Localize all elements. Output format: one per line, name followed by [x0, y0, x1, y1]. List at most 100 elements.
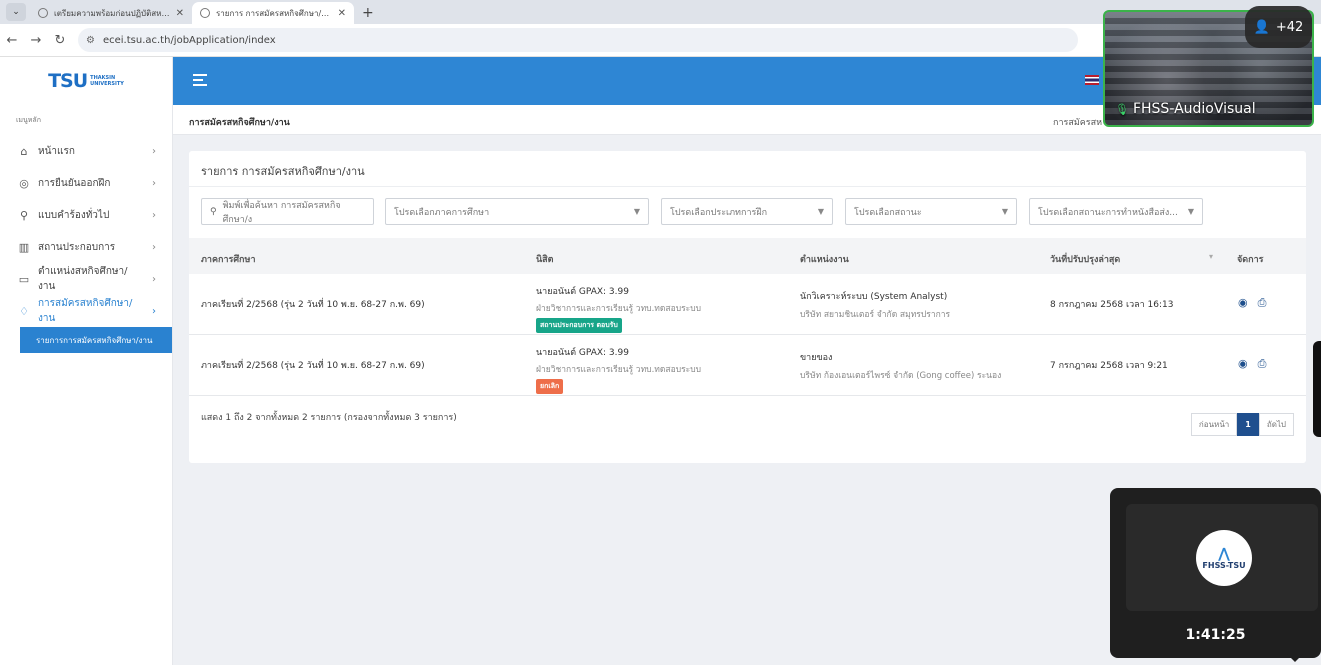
student-cell: นายอนันต์ GPAX: 3.99 ฝ่ายวิชาการและการเร…	[536, 345, 701, 394]
sidebar-item-applications[interactable]: ♢ การสมัครสหกิจศึกษา/งาน ›	[0, 295, 172, 327]
term-cell: ภาคเรียนที่ 2/2568 (รุ่น 2 วันที่ 10 พ.ย…	[201, 361, 425, 371]
next-page-button[interactable]: ถัดไป	[1258, 413, 1294, 436]
chevron-right-icon: ›	[152, 241, 156, 253]
call-timer: 1:41:25	[1185, 627, 1246, 643]
print-icon[interactable]: ⎙	[1258, 296, 1267, 310]
participants-button[interactable]: 👤 +42	[1245, 6, 1312, 48]
site-info-icon[interactable]: ⚙	[86, 35, 95, 46]
term-select[interactable]: โปรดเลือกภาคการศึกษา ▼	[385, 198, 649, 225]
sidebar: TSU THAKSIN UNIVERSITY เมนูหลัก ⌂ หน้าแรก…	[0, 57, 173, 665]
page-1-button[interactable]: 1	[1237, 413, 1259, 436]
page-title: การสมัครสหกิจศึกษา/งาน	[189, 118, 290, 128]
actions-cell: ◉ ⎙	[1238, 296, 1266, 310]
caret-down-icon: ▼	[817, 207, 824, 216]
status-badge: สถานประกอบการ ตอบรับ	[536, 318, 622, 333]
sidebar-subitem-application-list[interactable]: รายการการสมัครสหกิจศึกษา/งาน	[20, 327, 172, 353]
microphone-icon: 🎙	[1115, 102, 1129, 116]
handshake-icon: ♢	[19, 304, 29, 318]
menu-toggle-icon[interactable]	[193, 74, 207, 89]
table-header: ภาคการศึกษา นิสิต ตำแหน่งงาน วันที่ปรับป…	[189, 238, 1306, 274]
side-panel-handle[interactable]	[1313, 341, 1321, 437]
status-badge: ยกเลิก	[536, 379, 564, 394]
column-header[interactable]: วันที่ปรับปรุงล่าสุด	[1050, 252, 1120, 266]
search-input[interactable]: ⚲ พิมพ์เพื่อค้นหา การสมัครสหกิจศึกษา/ง	[201, 198, 374, 225]
search-icon: ⚲	[210, 206, 217, 217]
print-icon[interactable]: ⎙	[1258, 357, 1267, 371]
table-row: ภาคเรียนที่ 2/2568 (รุ่น 2 วันที่ 10 พ.ย…	[189, 335, 1306, 396]
position-title: นักวิเคราะห์ระบบ (System Analyst)	[800, 292, 948, 302]
back-icon[interactable]: ←	[0, 33, 24, 48]
chevron-right-icon: ›	[152, 145, 156, 157]
view-icon[interactable]: ◉	[1238, 357, 1248, 371]
student-name: นายอนันต์ GPAX: 3.99	[536, 348, 629, 358]
home-icon: ⌂	[20, 144, 28, 158]
updated-cell: 8 กรกฎาคม 2568 เวลา 16:13	[1050, 300, 1174, 310]
new-tab-button[interactable]: +	[354, 5, 382, 24]
card-title: รายการ การสมัครสหกิจศึกษา/งาน	[189, 151, 1306, 187]
table-info: แสดง 1 ถึง 2 จากทั้งหมด 2 รายการ (กรองจา…	[201, 413, 457, 423]
position-title: ขายของ	[800, 353, 833, 363]
url-field[interactable]: ⚙ ecei.tsu.ac.th/jobApplication/index	[78, 28, 1078, 52]
thai-flag-icon[interactable]	[1085, 75, 1099, 85]
check-circle-icon: ◎	[19, 176, 29, 190]
sidebar-item-general-request[interactable]: ⚲ แบบคำร้องทั่วไป ›	[0, 199, 172, 231]
sitemap-icon: ⚲	[19, 208, 29, 222]
breadcrumb[interactable]: การสมัครสห	[1053, 115, 1102, 129]
caret-down-icon: ▼	[633, 207, 640, 216]
participant-name: 🎙 FHSS-AudioVisual	[1115, 101, 1256, 117]
prev-page-button[interactable]: ก่อนหน้า	[1190, 413, 1238, 436]
logo-text: THAKSIN UNIVERSITY	[90, 75, 124, 87]
pagination: ก่อนหน้า 1 ถัดไป	[1190, 413, 1294, 436]
training-type-select[interactable]: โปรดเลือกประเภทการฝึก ▼	[661, 198, 833, 225]
column-header[interactable]: ตำแหน่งงาน	[800, 252, 849, 266]
globe-icon	[38, 8, 48, 18]
tsu-logo[interactable]: TSU THAKSIN UNIVERSITY	[0, 57, 172, 105]
sort-icon[interactable]: ▾	[1209, 252, 1213, 261]
browser-tab[interactable]: เตรียมความพร้อมก่อนปฏิบัติสหกิจศึกษา ✕	[30, 2, 192, 24]
column-header[interactable]: ภาคการศึกษา	[201, 252, 256, 266]
table-row: ภาคเรียนที่ 2/2568 (รุ่น 2 วันที่ 10 พ.ย…	[189, 274, 1306, 335]
menu-title: เมนูหลัก	[16, 116, 41, 124]
position-cell: ขายของ บริษัท ก้องเอนเตอร์ไพรซ์ จำกัด (G…	[800, 350, 1001, 382]
filter-bar: ⚲ พิมพ์เพื่อค้นหา การสมัครสหกิจศึกษา/ง โ…	[201, 198, 1294, 226]
sidebar-item-confirm-training[interactable]: ◎ การยืนยันออกฝึก ›	[0, 167, 172, 199]
close-icon[interactable]: ✕	[176, 8, 184, 19]
column-header: จัดการ	[1237, 255, 1264, 265]
student-cell: นายอนันต์ GPAX: 3.99 ฝ่ายวิชาการและการเร…	[536, 284, 701, 333]
building-icon: ▥	[18, 240, 30, 254]
student-dept: ฝ่ายวิชาการและการเรียนรู้ วทบ.ทดสอบระบบ	[536, 365, 702, 375]
letter-status-select[interactable]: โปรดเลือกสถานะการทำหนังสือส่ง... ▼	[1029, 198, 1203, 225]
chevron-right-icon: ›	[152, 209, 156, 221]
column-header[interactable]: นิสิต	[536, 252, 554, 266]
status-select[interactable]: โปรดเลือกสถานะ ▼	[845, 198, 1017, 225]
caret-down-icon: ▼	[1187, 207, 1194, 216]
caret-down-icon: ▼	[1001, 207, 1008, 216]
tab-search-button[interactable]: ⌄	[6, 3, 26, 21]
reload-icon[interactable]: ↻	[48, 33, 72, 48]
person-icon: 👤	[1253, 19, 1270, 35]
self-video: ⋀ FHSS-TSU	[1126, 504, 1318, 611]
chevron-right-icon: ›	[152, 177, 156, 189]
sidebar-item-positions[interactable]: ▭ ตำแหน่งสหกิจศึกษา/งาน ›	[0, 263, 172, 295]
chevron-right-icon: ›	[152, 273, 156, 285]
company-name: บริษัท สยามชินเตอร์ จำกัด สมุทรปราการ	[800, 310, 951, 320]
student-dept: ฝ่ายวิชาการและการเรียนรู้ วทบ.ทดสอบระบบ	[536, 304, 702, 314]
site-favicon-icon	[200, 8, 210, 18]
self-view-panel[interactable]: ⋀ FHSS-TSU 1:41:25	[1110, 488, 1321, 662]
tab-title: รายการ การสมัครสหกิจศึกษา/งาน	[216, 8, 332, 18]
logo-mark-icon: ⋀	[1218, 545, 1230, 562]
sidebar-item-home[interactable]: ⌂ หน้าแรก ›	[0, 135, 172, 167]
panel-pointer	[1287, 654, 1303, 662]
sidebar-item-establishment[interactable]: ▥ สถานประกอบการ ›	[0, 231, 172, 263]
briefcase-icon: ▭	[18, 272, 30, 286]
view-icon[interactable]: ◉	[1238, 296, 1248, 310]
company-name: บริษัท ก้องเอนเตอร์ไพรซ์ จำกัด (Gong cof…	[800, 371, 1002, 381]
position-cell: นักวิเคราะห์ระบบ (System Analyst) บริษัท…	[800, 289, 950, 321]
actions-cell: ◉ ⎙	[1238, 357, 1266, 371]
tab-title: เตรียมความพร้อมก่อนปฏิบัติสหกิจศึกษา	[54, 8, 170, 18]
browser-tab-active[interactable]: รายการ การสมัครสหกิจศึกษา/งาน ✕	[192, 2, 354, 24]
updated-cell: 7 กรกฎาคม 2568 เวลา 9:21	[1050, 361, 1168, 371]
url-text: ecei.tsu.ac.th/jobApplication/index	[102, 34, 276, 46]
forward-icon[interactable]: →	[24, 33, 48, 48]
close-icon[interactable]: ✕	[338, 8, 346, 19]
